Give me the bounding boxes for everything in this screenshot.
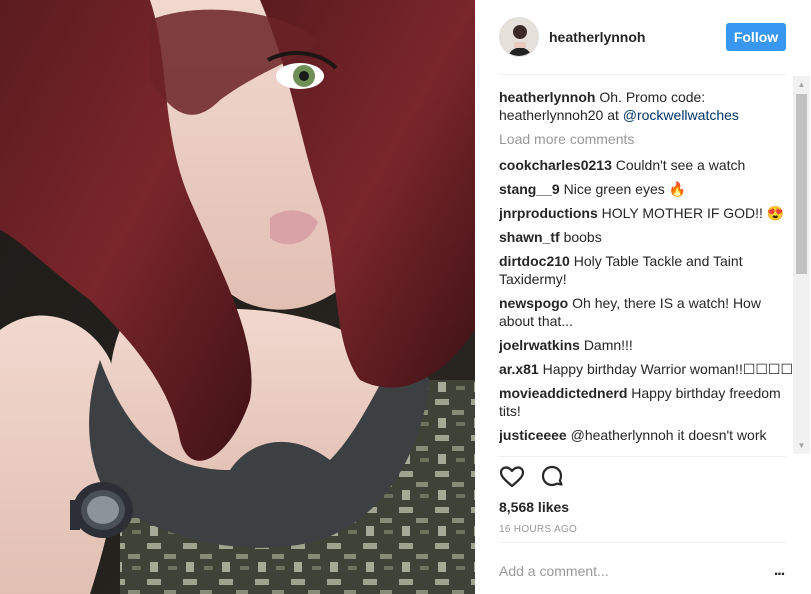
comment-username[interactable]: shawn_tf — [499, 229, 560, 245]
comment-username[interactable]: movieaddictednerd — [499, 385, 627, 401]
comment-item: justiceeee @heatherlynnoh it doesn't wor… — [499, 426, 794, 444]
comment-item: shawn_tf boobs — [499, 228, 794, 246]
avatar[interactable] — [499, 17, 539, 57]
scroll-down-arrow-icon[interactable]: ▼ — [793, 437, 810, 454]
comment-item: cookcharles0213 Couldn't see a watch — [499, 156, 794, 174]
comment-username[interactable]: cookcharles0213 — [499, 157, 612, 173]
like-button[interactable] — [499, 464, 525, 490]
comment-text: boobs — [563, 229, 602, 245]
comment-username[interactable]: joelrwatkins — [499, 337, 580, 353]
comment-item: stang__9 Nice green eyes 🔥 — [499, 180, 794, 198]
comment-item: ar.x81 Happy birthday Warrior woman!!☐☐☐… — [499, 360, 794, 378]
comment-item: newspogo Oh hey, there IS a watch! How a… — [499, 294, 794, 330]
heart-icon — [499, 466, 525, 488]
scroll-up-arrow-icon[interactable]: ▲ — [793, 76, 810, 93]
caption-username[interactable]: heatherlynnoh — [499, 89, 595, 105]
comment-item: dirtdoc210 Holy Table Tackle and Taint T… — [499, 252, 794, 288]
comment-text: Nice green eyes 🔥 — [563, 181, 687, 197]
footer-divider — [499, 542, 786, 543]
comment-item: jnrproductions HOLY MOTHER IF GOD!! 😍 — [499, 204, 794, 222]
caption-mention[interactable]: @rockwellwatches — [623, 107, 739, 123]
post-timestamp[interactable]: 16 HOURS AGO — [499, 524, 577, 535]
follow-button[interactable]: Follow — [726, 23, 786, 51]
comment-username[interactable]: justiceeee — [499, 427, 567, 443]
comment-username[interactable]: newspogo — [499, 295, 568, 311]
comment-username[interactable]: stang__9 — [499, 181, 560, 197]
likes-count[interactable]: 8,568 likes — [499, 499, 569, 515]
post-photo[interactable] — [0, 0, 475, 594]
selfie-image — [0, 0, 475, 594]
instagram-post-view: heatherlynnoh Follow heatherlynnoh Oh. P… — [0, 0, 811, 594]
comment-text: Couldn't see a watch — [615, 157, 746, 173]
add-comment-input[interactable] — [499, 560, 749, 582]
comment-username[interactable]: ar.x81 — [499, 361, 539, 377]
comment-item: joelrwatkins Damn!!! — [499, 336, 794, 354]
comments-scrollbar[interactable]: ▲ ▼ — [793, 76, 810, 454]
comment-username[interactable]: dirtdoc210 — [499, 253, 570, 269]
post-side-panel: heatherlynnoh Follow heatherlynnoh Oh. P… — [475, 0, 811, 594]
comment-text: HOLY MOTHER IF GOD!! 😍 — [601, 205, 785, 221]
comment-text: Happy birthday Warrior woman!!☐☐☐☐ — [542, 361, 794, 377]
avatar-image — [500, 18, 538, 56]
comment-text: Damn!!! — [583, 337, 633, 353]
header-divider — [499, 74, 786, 75]
post-username[interactable]: heatherlynnoh — [549, 29, 645, 45]
ellipsis-icon[interactable]: ... — [770, 560, 788, 582]
caption: heatherlynnoh Oh. Promo code: heatherlyn… — [499, 88, 794, 124]
load-more-comments[interactable]: Load more comments — [499, 130, 794, 148]
comment-button[interactable] — [539, 464, 565, 490]
comment-text: @heatherlynnoh it doesn't work — [570, 427, 767, 443]
post-header: heatherlynnoh Follow — [475, 0, 811, 74]
comments-list[interactable]: heatherlynnoh Oh. Promo code: heatherlyn… — [499, 88, 794, 455]
scrollbar-thumb[interactable] — [796, 94, 807, 274]
comment-item: movieaddictednerd Happy birthday freedom… — [499, 384, 794, 420]
comments-divider — [499, 456, 786, 457]
speech-bubble-icon — [541, 465, 563, 487]
comment-username[interactable]: jnrproductions — [499, 205, 598, 221]
